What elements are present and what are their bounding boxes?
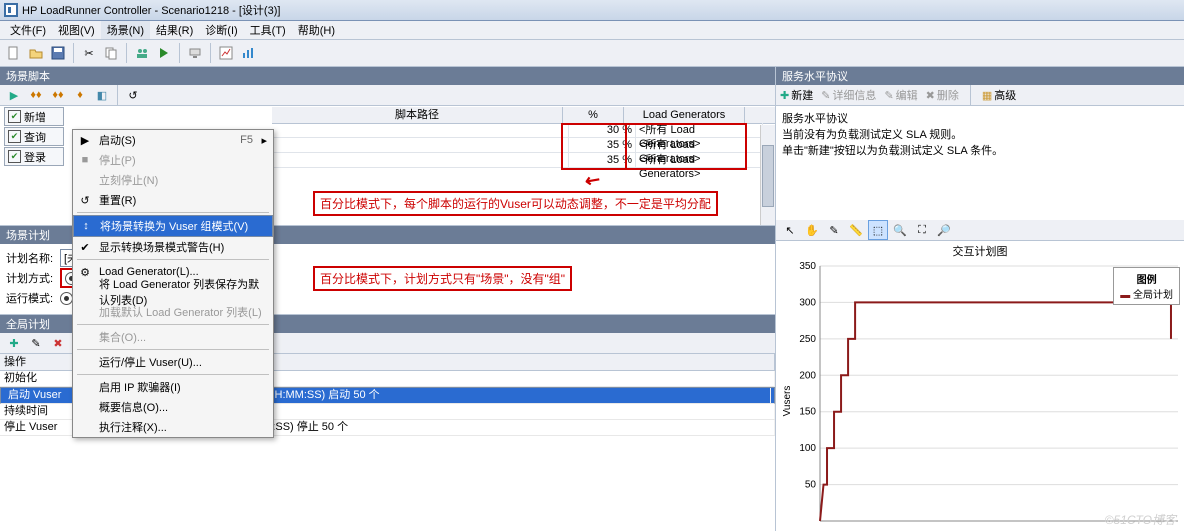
menu-6[interactable]: 帮助(H) <box>292 21 341 39</box>
chart-toolbar: ↖ ✋ ✎ 📏 ⬚ 🔍 ⛶ 🔎 <box>776 220 1184 241</box>
annotation-1: 百分比模式下，每个脚本的运行的Vuser可以动态调整，不一定是平均分配 <box>313 191 718 216</box>
menu-item[interactable]: 执行注释(X)... <box>73 417 273 437</box>
col-path: 脚本路径 <box>272 107 563 123</box>
chart-legend: 图例 ▬ 全局计划 <box>1113 267 1180 305</box>
svg-text:300: 300 <box>799 297 816 308</box>
menu-item: ■停止(P) <box>73 150 273 170</box>
menu-4[interactable]: 诊断(I) <box>199 21 243 39</box>
menu-item: 集合(O)... <box>73 327 273 347</box>
sla-edit[interactable]: ✎编辑 <box>884 87 917 103</box>
scripts-panel: ▶ ♦♦ ♦♦ ♦ ◧ ↺ ✔新增✔查询✔登录 脚本路径 % Load Gene… <box>0 85 775 226</box>
reset-icon[interactable]: ↺ <box>123 85 143 105</box>
runmode-label: 运行模式: <box>6 290 54 306</box>
open-icon[interactable] <box>26 43 46 63</box>
menu-item[interactable]: ▶启动(S)F5▸ <box>73 130 273 150</box>
menu-0[interactable]: 文件(F) <box>4 21 52 39</box>
svg-text:250: 250 <box>799 334 816 345</box>
title-bar: HP LoadRunner Controller - Scenario1218 … <box>0 0 1184 21</box>
menu-1[interactable]: 视图(V) <box>52 21 101 39</box>
ruler-icon[interactable]: 📏 <box>846 220 866 240</box>
scripts-header: 场景脚本 <box>0 67 775 85</box>
menu-5[interactable]: 工具(T) <box>244 21 292 39</box>
menu-item[interactable]: 启用 IP 欺骗器(I) <box>73 377 273 397</box>
zoomfit-icon[interactable]: ⛶ <box>912 220 932 240</box>
play-icon[interactable]: ▶ <box>4 85 24 105</box>
sel-icon[interactable]: ⬚ <box>868 220 888 240</box>
menu-item[interactable]: ✔显示转换场景模式警告(H) <box>73 237 273 257</box>
cut-icon[interactable]: ✂ <box>79 43 99 63</box>
col-pct: % <box>563 107 624 123</box>
annotation-2: 百分比模式下，计划方式只有"场景"，没有"组" <box>313 266 572 291</box>
legend-title: 图例 <box>1120 271 1173 286</box>
sla-header: 服务水平协议 <box>776 67 1184 85</box>
plan-name-label: 计划名称: <box>6 250 54 266</box>
sla-toolbar: ✚新建 ✎详细信息 ✎编辑 ✖删除 ▦高级 <box>776 85 1184 106</box>
run-icon[interactable] <box>154 43 174 63</box>
window-title: HP LoadRunner Controller - Scenario1218 … <box>22 2 280 18</box>
chart-title: 交互计划图 <box>776 241 1184 261</box>
hand-icon[interactable]: ✋ <box>802 220 822 240</box>
menu-item: 立刻停止(N) <box>73 170 273 190</box>
scroll-bar[interactable] <box>760 125 775 225</box>
analysis-icon[interactable] <box>238 43 258 63</box>
cfg-icon[interactable]: ◧ <box>92 85 112 105</box>
svg-text:150: 150 <box>799 407 816 418</box>
sla-del[interactable]: ✖删除 <box>926 87 959 103</box>
menu-item[interactable]: ↺重置(R) <box>73 190 273 210</box>
sla-line2: 当前没有为负载测试定义 SLA 规则。 <box>782 126 1178 142</box>
script-grid-header: 脚本路径 % Load Generators <box>272 107 775 124</box>
copy-icon[interactable] <box>101 43 121 63</box>
col-lg: Load Generators <box>624 107 745 123</box>
menubar: 文件(F)视图(V)场景(N)结果(R)诊断(I)工具(T)帮助(H) <box>0 21 1184 40</box>
cursor-icon[interactable]: ↖ <box>780 220 800 240</box>
svg-text:350: 350 <box>799 261 816 272</box>
menu-3[interactable]: 结果(R) <box>150 21 199 39</box>
sla-detail[interactable]: ✎详细信息 <box>821 87 876 103</box>
sla-adv[interactable]: ▦高级 <box>982 87 1016 103</box>
highlight-pct <box>561 123 627 170</box>
script-btn[interactable]: ✔登录 <box>4 147 64 166</box>
watermark: ©51CTO博客 <box>1105 511 1176 528</box>
sla-line3: 单击"新建"按钮以为负载测试定义 SLA 条件。 <box>782 142 1178 158</box>
lg-icon[interactable] <box>185 43 205 63</box>
menu-item[interactable]: ↕将场景转换为 Vuser 组模式(V) <box>73 215 273 237</box>
sla-line1: 服务水平协议 <box>782 110 1178 126</box>
svg-text:100: 100 <box>799 443 816 454</box>
main-toolbar: ✂ <box>0 40 1184 67</box>
zoomout-icon[interactable]: 🔎 <box>934 220 954 240</box>
grp-icon[interactable]: ♦♦ <box>26 85 46 105</box>
sla-new[interactable]: ✚新建 <box>780 87 813 103</box>
chart-area: 交互计划图 50 100 150 200 250 300 350 Vusers 图例 ▬ 全局… <box>776 241 1184 531</box>
scenario-menu: ▶启动(S)F5▸■停止(P)立刻停止(N)↺重置(R) ↕将场景转换为 Vuse… <box>72 129 274 438</box>
single-icon[interactable]: ♦ <box>70 85 90 105</box>
plan-mode-label: 计划方式: <box>6 270 54 286</box>
script-btn[interactable]: ✔查询 <box>4 127 64 146</box>
menu-item: 加载默认 Load Generator 列表(L) <box>73 302 273 322</box>
grp2-icon[interactable]: ♦♦ <box>48 85 68 105</box>
result-icon[interactable] <box>216 43 236 63</box>
svg-text:Vusers: Vusers <box>782 386 793 417</box>
svg-text:50: 50 <box>805 480 817 491</box>
arrow-icon: ↙ <box>580 168 604 194</box>
add-icon[interactable]: ✚ <box>4 333 24 353</box>
menu-item[interactable]: 运行/停止 Vuser(U)... <box>73 352 273 372</box>
menu-2[interactable]: 场景(N) <box>101 21 150 39</box>
sla-body: 服务水平协议 当前没有为负载测试定义 SLA 规则。 单击"新建"按钮以为负载测… <box>776 106 1184 220</box>
del-icon[interactable]: ✖ <box>48 333 68 353</box>
vusers-icon[interactable] <box>132 43 152 63</box>
svg-text:200: 200 <box>799 370 816 381</box>
app-icon <box>4 3 18 17</box>
script-btn[interactable]: ✔新增 <box>4 107 64 126</box>
highlight-lg <box>625 123 747 170</box>
zoomin-icon[interactable]: 🔍 <box>890 220 910 240</box>
menu-item[interactable]: 概要信息(O)... <box>73 397 273 417</box>
edit-icon[interactable]: ✎ <box>26 333 46 353</box>
menu-item[interactable]: 将 Load Generator 列表保存为默认列表(D) <box>73 282 273 302</box>
pen-icon[interactable]: ✎ <box>824 220 844 240</box>
new-icon[interactable] <box>4 43 24 63</box>
legend-item: 全局计划 <box>1133 290 1173 301</box>
save-icon[interactable] <box>48 43 68 63</box>
